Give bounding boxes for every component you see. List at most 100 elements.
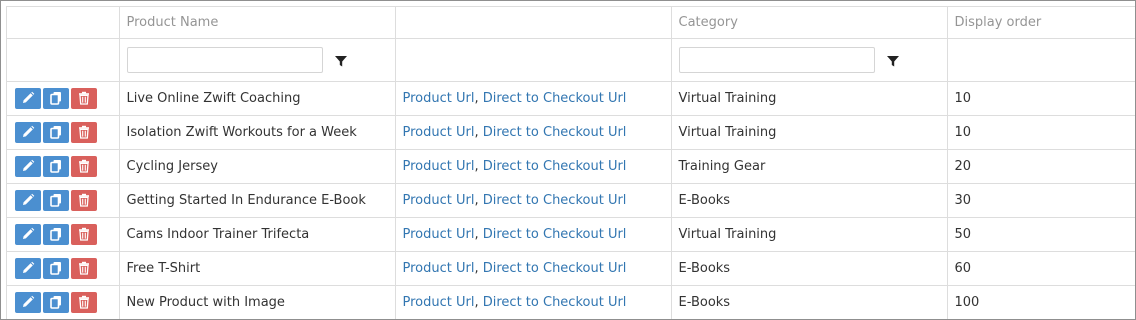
link-separator: ,: [474, 295, 479, 310]
table-row: Getting Started In Endurance E-Book Prod…: [7, 183, 1135, 218]
pencil-icon: [23, 193, 35, 205]
copy-button[interactable]: [43, 88, 69, 109]
links-cell: Product Url, Direct to Checkout Url: [395, 115, 672, 150]
category-cell: E-Books: [671, 183, 948, 218]
link-separator: ,: [474, 125, 479, 140]
table-row: Free T-Shirt Product Url, Direct to Chec…: [7, 251, 1135, 286]
edit-button[interactable]: [15, 292, 41, 313]
copy-button[interactable]: [43, 292, 69, 313]
copy-button[interactable]: [43, 122, 69, 143]
filter-actions-cell: [7, 38, 120, 82]
row-actions: [7, 81, 120, 116]
product-name: Cycling Jersey: [126, 159, 218, 174]
row-actions: [7, 217, 120, 252]
links-cell: Product Url, Direct to Checkout Url: [395, 285, 672, 319]
delete-button[interactable]: [71, 292, 97, 313]
product-name-filter-input[interactable]: [126, 47, 323, 73]
product-name: Free T-Shirt: [126, 261, 201, 276]
table-row: Live Online Zwift Coaching Product Url, …: [7, 81, 1135, 116]
link-separator: ,: [474, 159, 479, 174]
category-value: Virtual Training: [678, 227, 777, 242]
display-order-cell: 30: [947, 183, 1135, 218]
product-url-link[interactable]: Product Url: [403, 159, 475, 174]
copy-button[interactable]: [43, 224, 69, 245]
trash-icon: [79, 159, 89, 173]
product-url-link[interactable]: Product Url: [403, 261, 475, 276]
filter-category-cell: [671, 38, 948, 82]
edit-button[interactable]: [15, 88, 41, 109]
category-cell: E-Books: [671, 285, 948, 319]
trash-icon: [79, 193, 89, 207]
delete-button[interactable]: [71, 190, 97, 211]
row-actions: [7, 183, 120, 218]
copy-button[interactable]: [43, 190, 69, 211]
category-value: E-Books: [678, 193, 731, 208]
pencil-icon: [23, 125, 35, 137]
product-url-link[interactable]: Product Url: [403, 91, 475, 106]
product-name: Live Online Zwift Coaching: [126, 91, 301, 106]
product-url-link[interactable]: Product Url: [403, 193, 475, 208]
delete-button[interactable]: [71, 122, 97, 143]
header-product-name[interactable]: Product Name: [119, 7, 396, 39]
category-value: Virtual Training: [678, 91, 777, 106]
checkout-url-link[interactable]: Direct to Checkout Url: [483, 159, 627, 174]
filter-row: [7, 38, 1135, 82]
row-actions: [7, 285, 120, 319]
filter-icon[interactable]: [886, 54, 900, 68]
products-grid-frame: Product Name Category Display order Live…: [0, 0, 1136, 320]
header-display-order[interactable]: Display order: [947, 7, 1135, 39]
display-order-value: 10: [954, 91, 972, 106]
category-cell: Training Gear: [671, 149, 948, 184]
edit-button[interactable]: [15, 224, 41, 245]
product-url-link[interactable]: Product Url: [403, 227, 475, 242]
product-name: Isolation Zwift Workouts for a Week: [126, 125, 357, 140]
copy-button[interactable]: [43, 156, 69, 177]
product-url-link[interactable]: Product Url: [403, 125, 475, 140]
checkout-url-link[interactable]: Direct to Checkout Url: [483, 193, 627, 208]
display-order-value: 50: [954, 227, 972, 242]
trash-icon: [79, 295, 89, 309]
trash-icon: [79, 125, 89, 139]
products-grid: Product Name Category Display order Live…: [6, 6, 1135, 319]
category-cell: Virtual Training: [671, 115, 948, 150]
pencil-icon: [23, 159, 35, 171]
category-cell: E-Books: [671, 251, 948, 286]
row-actions: [7, 149, 120, 184]
display-order-cell: 10: [947, 81, 1135, 116]
header-category[interactable]: Category: [671, 7, 948, 39]
trash-icon: [79, 91, 89, 105]
edit-button[interactable]: [15, 156, 41, 177]
copy-button[interactable]: [43, 258, 69, 279]
product-name-cell: Getting Started In Endurance E-Book: [119, 183, 396, 218]
category-value: E-Books: [678, 261, 731, 276]
delete-button[interactable]: [71, 224, 97, 245]
delete-button[interactable]: [71, 88, 97, 109]
header-links: [395, 7, 672, 39]
link-separator: ,: [474, 91, 479, 106]
category-filter-input[interactable]: [678, 47, 875, 73]
product-url-link[interactable]: Product Url: [403, 295, 475, 310]
delete-button[interactable]: [71, 258, 97, 279]
checkout-url-link[interactable]: Direct to Checkout Url: [483, 227, 627, 242]
checkout-url-link[interactable]: Direct to Checkout Url: [483, 261, 627, 276]
copy-icon: [50, 194, 61, 207]
table-row: Cycling Jersey Product Url, Direct to Ch…: [7, 149, 1135, 184]
product-name-cell: Isolation Zwift Workouts for a Week: [119, 115, 396, 150]
edit-button[interactable]: [15, 122, 41, 143]
product-name-cell: Free T-Shirt: [119, 251, 396, 286]
product-name: Cams Indoor Trainer Trifecta: [126, 227, 310, 242]
filter-icon[interactable]: [334, 54, 348, 68]
checkout-url-link[interactable]: Direct to Checkout Url: [483, 125, 627, 140]
checkout-url-link[interactable]: Direct to Checkout Url: [483, 295, 627, 310]
edit-button[interactable]: [15, 190, 41, 211]
edit-button[interactable]: [15, 258, 41, 279]
link-separator: ,: [474, 193, 479, 208]
copy-icon: [50, 228, 61, 241]
product-name: Getting Started In Endurance E-Book: [126, 193, 366, 208]
row-actions: [7, 115, 120, 150]
delete-button[interactable]: [71, 156, 97, 177]
checkout-url-link[interactable]: Direct to Checkout Url: [483, 91, 627, 106]
display-order-value: 60: [954, 261, 972, 276]
link-separator: ,: [474, 227, 479, 242]
products-table: Product Name Category Display order Live…: [7, 7, 1135, 319]
